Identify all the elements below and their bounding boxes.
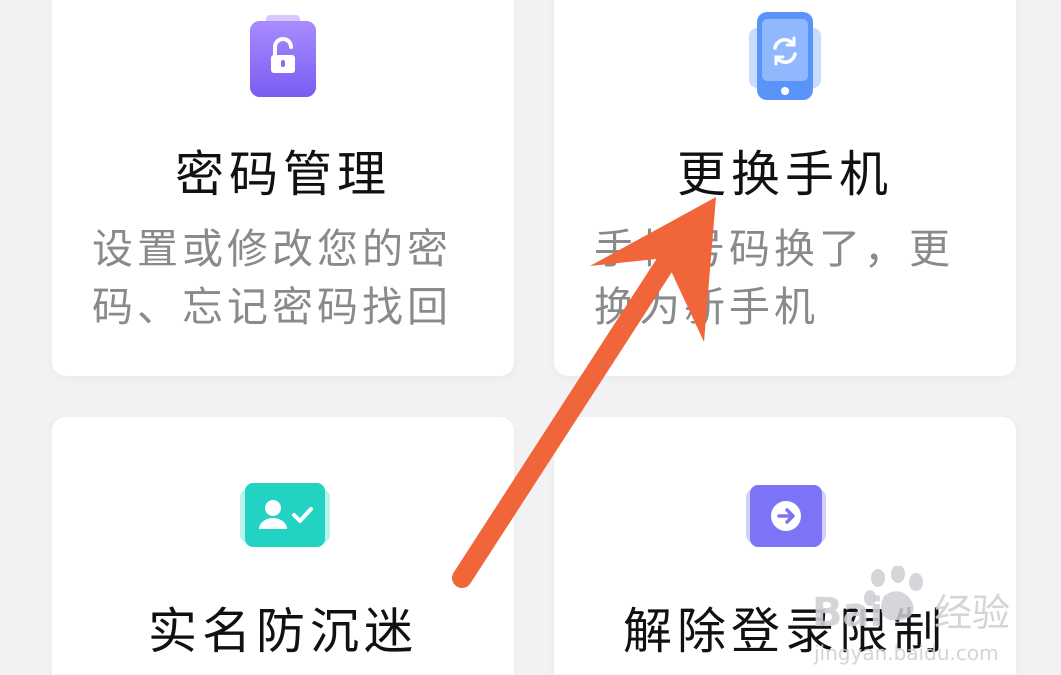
card-title: 实名防沉迷 [147,603,418,660]
phone-refresh-icon [749,12,821,100]
card-description: 设置或修改您的密码、忘记密码找回 [92,225,452,331]
card-real-name-verification[interactable]: 实名防沉迷 [52,417,514,675]
arrow-right-circle-icon [746,485,826,547]
card-title: 更换手机 [676,146,893,203]
card-change-phone[interactable]: 更换手机 手机号码换了，更换为新手机 [554,0,1016,376]
lock-clipboard-icon [250,15,316,97]
card-password-management[interactable]: 密码管理 设置或修改您的密码、忘记密码找回 [52,0,514,376]
card-title: 密码管理 [174,146,391,203]
card-description: 手机号码换了，更换为新手机 [594,225,954,331]
card-remove-login-restriction[interactable]: 解除登录限制 [554,417,1016,675]
security-settings-page: 密码管理 设置或修改您的密码、忘记密码找回 更换手机 手机号码换了，更换为新手机… [0,0,1061,675]
user-verified-icon [240,483,330,547]
card-title: 解除登录限制 [622,603,947,660]
